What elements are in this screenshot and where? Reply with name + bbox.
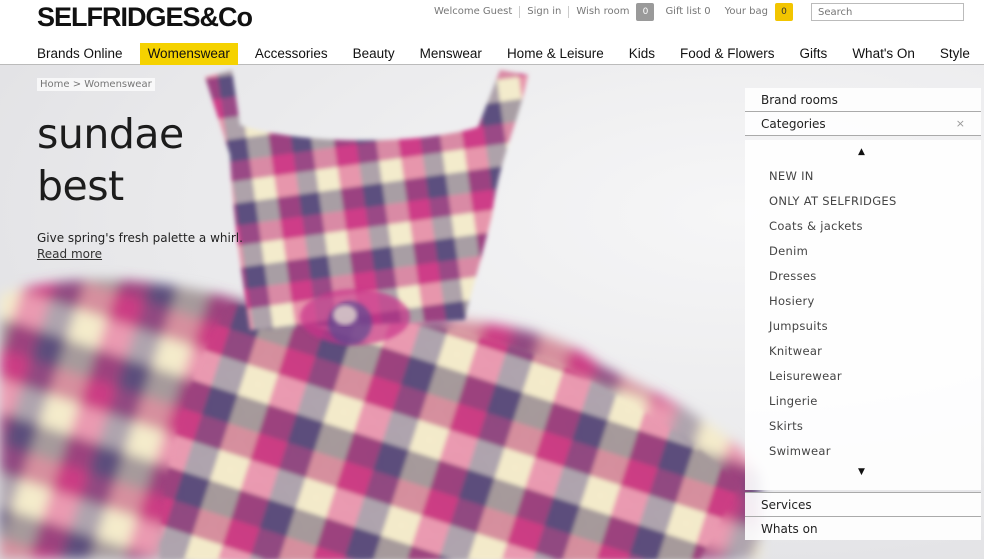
nav-womenswear[interactable]: Womenswear bbox=[139, 43, 238, 65]
utility-bar: Welcome Guest Sign in Wish room 0 Gift l… bbox=[427, 3, 964, 21]
wish-room-link[interactable]: Wish room bbox=[569, 6, 636, 18]
breadcrumb[interactable]: Home > Womenswear bbox=[37, 78, 155, 91]
scroll-up-icon[interactable]: ▲ bbox=[858, 147, 865, 157]
wish-count-badge[interactable]: 0 bbox=[636, 3, 655, 21]
nav-whats-on[interactable]: What's On bbox=[844, 43, 923, 65]
gift-list-link[interactable]: Gift list 0 bbox=[658, 6, 717, 18]
category-item[interactable]: Skirts bbox=[769, 419, 803, 433]
welcome-text: Welcome Guest bbox=[427, 6, 521, 18]
category-sidebar: Brand rooms Categories × bbox=[745, 88, 981, 136]
hero-headline: sundae best bbox=[37, 108, 184, 212]
nav-brands-online[interactable]: Brands Online bbox=[29, 43, 131, 65]
nav-gifts[interactable]: Gifts bbox=[792, 43, 836, 65]
nav-food-flowers[interactable]: Food & Flowers bbox=[672, 43, 783, 65]
search-input[interactable] bbox=[811, 3, 964, 21]
nav-home-leisure[interactable]: Home & Leisure bbox=[499, 43, 612, 65]
close-icon[interactable]: × bbox=[956, 112, 965, 136]
category-item[interactable]: Jumpsuits bbox=[769, 319, 828, 333]
category-item[interactable]: Swimwear bbox=[769, 444, 831, 458]
scroll-down-icon[interactable]: ▼ bbox=[858, 467, 865, 477]
category-item[interactable]: NEW IN bbox=[769, 169, 814, 183]
brand-rooms-label: Brand rooms bbox=[761, 93, 838, 107]
headline-line-2: best bbox=[37, 162, 124, 210]
category-list: ▲ NEW IN ONLY AT SELFRIDGES Coats & jack… bbox=[745, 140, 981, 490]
category-item[interactable]: Denim bbox=[769, 244, 808, 258]
hero-tagline: Give spring's fresh palette a whirl. bbox=[37, 231, 243, 245]
category-item[interactable]: Knitwear bbox=[769, 344, 822, 358]
category-item[interactable]: Leisurewear bbox=[769, 369, 842, 383]
nav-beauty[interactable]: Beauty bbox=[345, 43, 403, 65]
category-item[interactable]: Hosiery bbox=[769, 294, 815, 308]
nav-kids[interactable]: Kids bbox=[621, 43, 663, 65]
nav-accessories[interactable]: Accessories bbox=[247, 43, 336, 65]
category-item[interactable]: Dresses bbox=[769, 269, 817, 283]
nav-menswear[interactable]: Menswear bbox=[412, 43, 490, 65]
headline-line-1: sundae bbox=[37, 110, 184, 158]
selfridges-logo[interactable]: SELFRIDGES&Co bbox=[37, 2, 253, 32]
whats-on-section[interactable]: Whats on bbox=[745, 516, 981, 540]
bag-icon[interactable]: 0 bbox=[775, 3, 793, 21]
category-item[interactable]: ONLY AT SELFRIDGES bbox=[769, 194, 897, 208]
category-item[interactable]: Coats & jackets bbox=[769, 219, 863, 233]
services-section[interactable]: Services bbox=[745, 492, 981, 516]
nav-style[interactable]: Style bbox=[932, 43, 978, 65]
main-navigation: Brands Online Womenswear Accessories Bea… bbox=[0, 43, 984, 65]
sign-in-link[interactable]: Sign in bbox=[520, 6, 570, 18]
brand-rooms-section[interactable]: Brand rooms bbox=[745, 88, 981, 112]
sidebar-bottom: Services Whats on bbox=[745, 492, 981, 540]
categories-section[interactable]: Categories × bbox=[745, 112, 981, 136]
categories-label: Categories bbox=[761, 117, 826, 131]
category-item[interactable]: Lingerie bbox=[769, 394, 818, 408]
read-more-link[interactable]: Read more bbox=[37, 247, 102, 261]
your-bag-link[interactable]: Your bag bbox=[718, 6, 775, 18]
